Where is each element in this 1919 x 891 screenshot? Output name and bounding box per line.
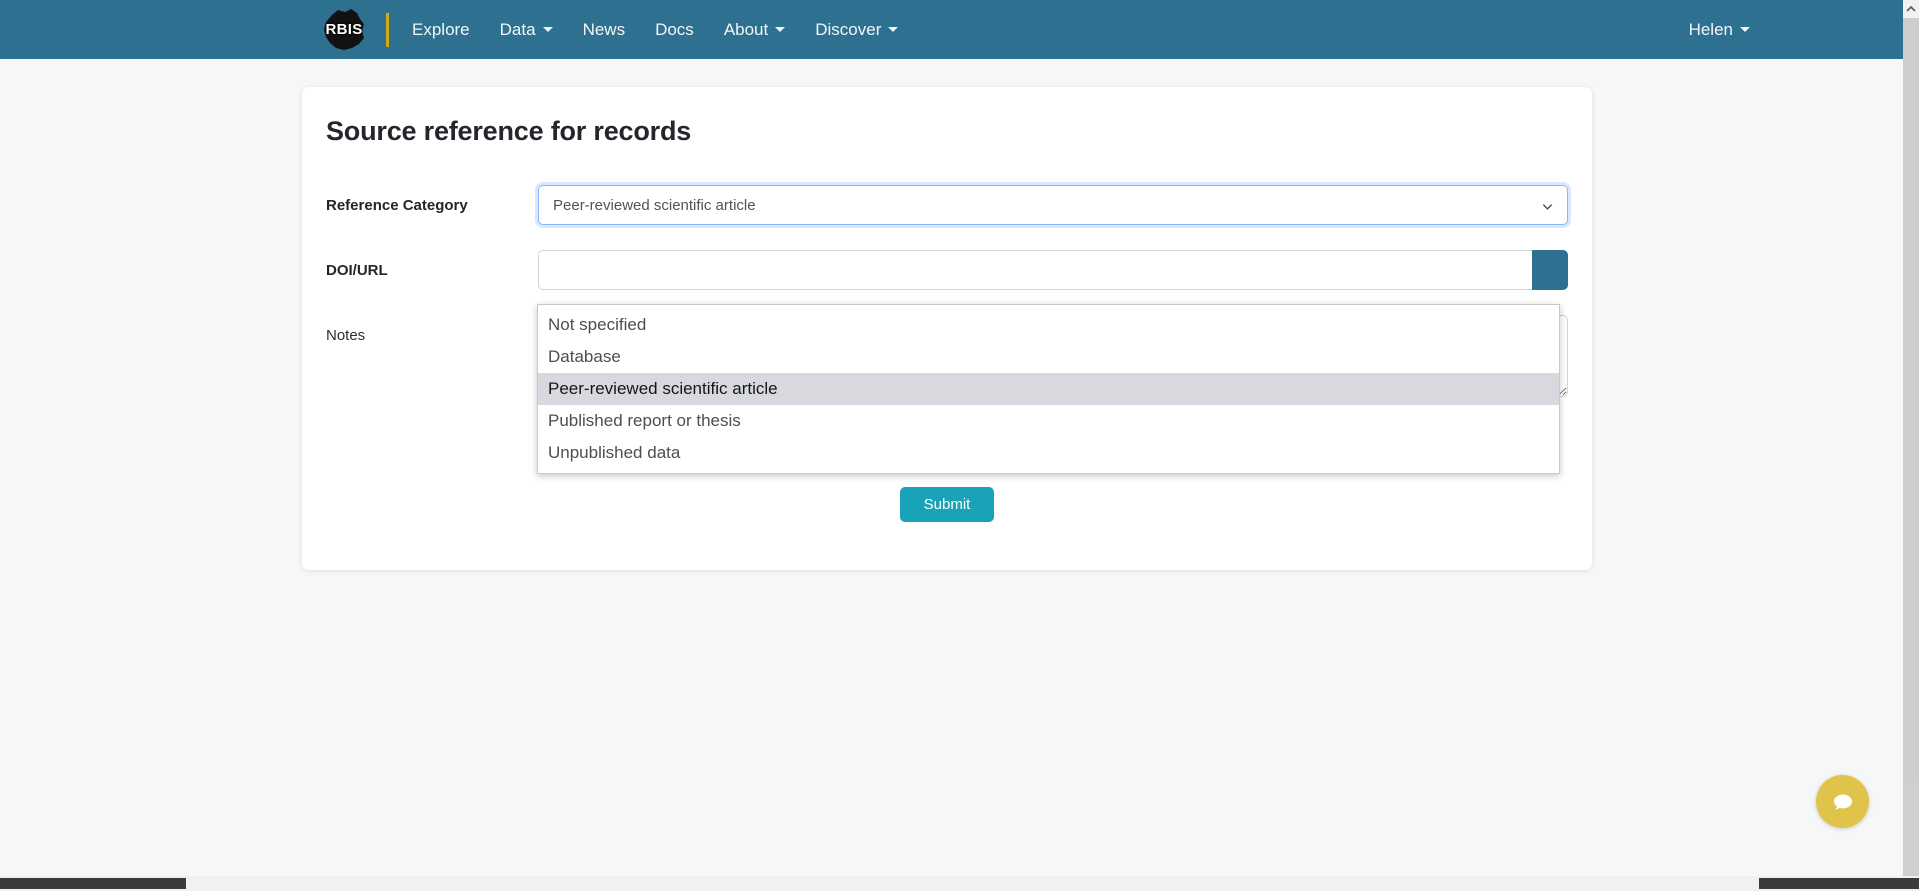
brand-logo[interactable]: RBIS [318, 7, 397, 53]
nav-item-label: Discover [815, 19, 882, 39]
nav-item-about[interactable]: About [709, 12, 800, 48]
dropdown-option-label: Published report or thesis [548, 411, 741, 430]
chat-bubble-icon [1833, 794, 1852, 809]
brand-logo-text: RBIS [325, 21, 363, 38]
nav-item-news[interactable]: News [568, 12, 641, 48]
horizontal-scrollbar-end[interactable] [1759, 878, 1919, 889]
doi-url-control [538, 250, 1568, 290]
nav-right-group: Helen [1674, 12, 1765, 48]
label-notes: Notes [326, 327, 366, 344]
dropdown-option[interactable]: Not specified [538, 309, 1559, 341]
brand-divider [386, 12, 389, 47]
dropdown-option-label: Unpublished data [548, 443, 681, 462]
reference-category-select[interactable]: Peer-reviewed scientific article [538, 185, 1568, 225]
chevron-down-icon [1542, 204, 1553, 210]
nav-item-docs[interactable]: Docs [640, 12, 709, 48]
submit-button[interactable]: Submit [899, 487, 995, 522]
horizontal-scrollbar[interactable] [0, 876, 1919, 891]
top-navbar: RBIS Explore Data News Docs About Discov… [0, 0, 1903, 59]
chevron-down-icon [1740, 27, 1750, 32]
horizontal-scrollbar-thumb[interactable] [0, 878, 186, 889]
chevron-down-icon [542, 27, 553, 32]
reference-category-dropdown-list[interactable]: Not specified Database Peer-reviewed scien… [537, 304, 1560, 474]
scroll-up-arrow-icon[interactable] [1903, 0, 1919, 18]
reference-category-selected-value: Peer-reviewed scientific article [553, 196, 756, 214]
nav-item-discover[interactable]: Discover [800, 12, 913, 48]
dropdown-option[interactable]: Unpublished data [538, 437, 1559, 469]
reference-category-control: Peer-reviewed scientific article [538, 185, 1568, 225]
dropdown-option[interactable]: Database [538, 341, 1559, 373]
dropdown-option[interactable]: Peer-reviewed scientific article [538, 373, 1559, 405]
submit-row: Submit [302, 487, 1592, 522]
dropdown-option-label: Not specified [548, 315, 647, 334]
dropdown-option[interactable]: Published report or thesis [538, 405, 1559, 437]
vertical-scrollbar[interactable] [1903, 0, 1919, 876]
doi-url-action-button[interactable] [1532, 250, 1568, 290]
vertical-scrollbar-thumb[interactable] [1903, 18, 1919, 778]
nav-item-label: Data [499, 19, 536, 39]
rwanda-map-icon: RBIS [318, 7, 370, 53]
page-title: Source reference for records [326, 116, 692, 146]
nav-items: Explore Data News Docs About Discover [397, 12, 913, 48]
dropdown-option-label: Peer-reviewed scientific article [548, 379, 778, 398]
chevron-down-icon [888, 27, 899, 32]
page-body: Source reference for records Reference C… [0, 59, 1903, 876]
label-doi-url: DOI/URL [326, 262, 388, 279]
label-reference-category: Reference Category [326, 197, 468, 214]
doi-url-input-group [538, 250, 1568, 290]
chevron-down-icon [775, 27, 786, 32]
user-menu-helen[interactable]: Helen [1674, 12, 1765, 48]
nav-item-label: About [723, 19, 769, 39]
nav-item-label: Explore [412, 19, 470, 39]
doi-url-input[interactable] [538, 250, 1532, 290]
nav-item-label: Docs [655, 19, 694, 39]
nav-item-explore[interactable]: Explore [397, 12, 485, 48]
nav-item-label: News [582, 19, 626, 39]
user-menu-label: Helen [1688, 19, 1733, 39]
nav-item-data[interactable]: Data [485, 12, 568, 48]
chat-widget-button[interactable] [1816, 775, 1869, 828]
dropdown-option-label: Database [548, 347, 621, 366]
